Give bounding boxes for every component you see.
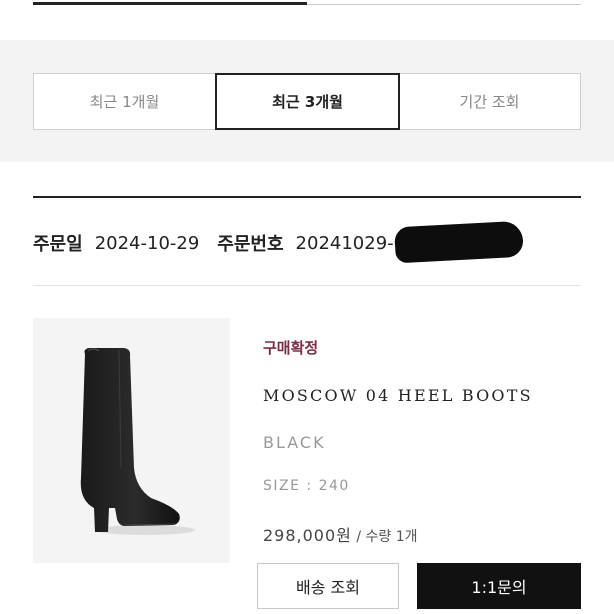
order-meta-divider (33, 285, 581, 286)
order-section-divider (33, 196, 581, 198)
order-date-value: 2024-10-29 (94, 232, 200, 254)
product-size: SIZE : 240 (263, 478, 350, 494)
period-filter-panel: 최근 1개월 최근 3개월 기간 조회 (0, 40, 614, 162)
product-price: 298,000원 (263, 526, 352, 545)
product-image[interactable] (33, 318, 230, 563)
order-meta: 주문일 2024-10-29 주문번호 20241029-00 (33, 228, 435, 258)
order-number-label: 주문번호 (217, 234, 284, 255)
shipping-tracking-button[interactable]: 배송 조회 (257, 563, 399, 609)
top-tab-inactive-indicator[interactable] (307, 4, 581, 5)
redaction-scribble (394, 220, 524, 264)
order-status: 구매확정 (263, 339, 319, 357)
period-custom-button[interactable]: 기간 조회 (399, 74, 580, 129)
period-segmented-control: 최근 1개월 최근 3개월 기간 조회 (33, 73, 581, 130)
product-color: BLACK (263, 433, 326, 452)
price-quantity: 298,000원 / 수량 1개 (263, 522, 418, 546)
top-tab-active-indicator[interactable] (33, 2, 307, 5)
boot-icon (80, 348, 195, 535)
period-3-month-button[interactable]: 최근 3개월 (215, 73, 400, 130)
order-date-label: 주문일 (33, 234, 83, 255)
period-1-month-button[interactable]: 최근 1개월 (34, 74, 216, 129)
product-name[interactable]: MOSCOW 04 HEEL BOOTS (263, 386, 533, 405)
top-tab-bar (33, 0, 581, 8)
one-to-one-inquiry-button[interactable]: 1:1문의 (417, 563, 581, 609)
product-quantity: / 수량 1개 (351, 529, 418, 545)
